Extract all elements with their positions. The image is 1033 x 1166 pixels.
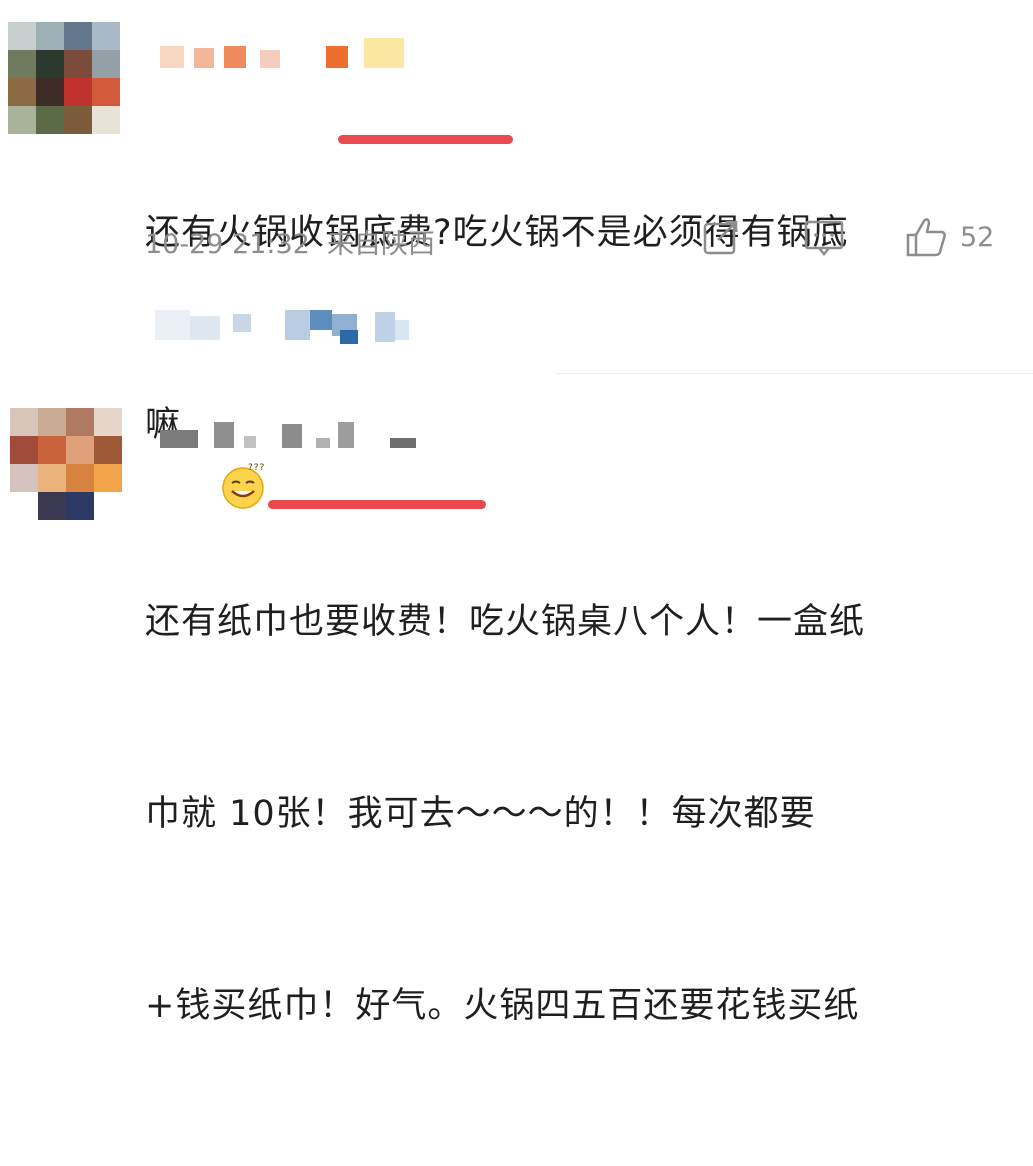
comment-meta: 10-29 21:32 来自陕西 [145,222,435,261]
blurred-reply-preview[interactable] [155,300,425,350]
highlight-underline [338,135,513,144]
like-button[interactable]: 52 [904,215,994,259]
comment-icon [804,220,844,256]
avatar[interactable] [10,408,122,520]
share-icon [703,220,738,255]
thumbs-up-icon [906,218,946,257]
comment-actions: 52 [700,215,994,259]
timestamp: 10-29 21:32 [145,229,310,260]
highlight-underline [268,500,486,509]
comment-text: 还有纸巾也要收费！吃火锅桌八个人！一盒纸 巾就 10张！我可去～～～的！！每次都… [145,602,866,1026]
avatar[interactable] [8,22,120,134]
divider [555,373,1033,374]
username-blurred[interactable] [160,38,404,68]
username-blurred[interactable] [160,420,416,448]
like-count: 52 [960,221,995,253]
share-button[interactable] [700,216,742,258]
location: 来自陕西 [327,229,436,260]
comment-button[interactable] [802,216,846,258]
